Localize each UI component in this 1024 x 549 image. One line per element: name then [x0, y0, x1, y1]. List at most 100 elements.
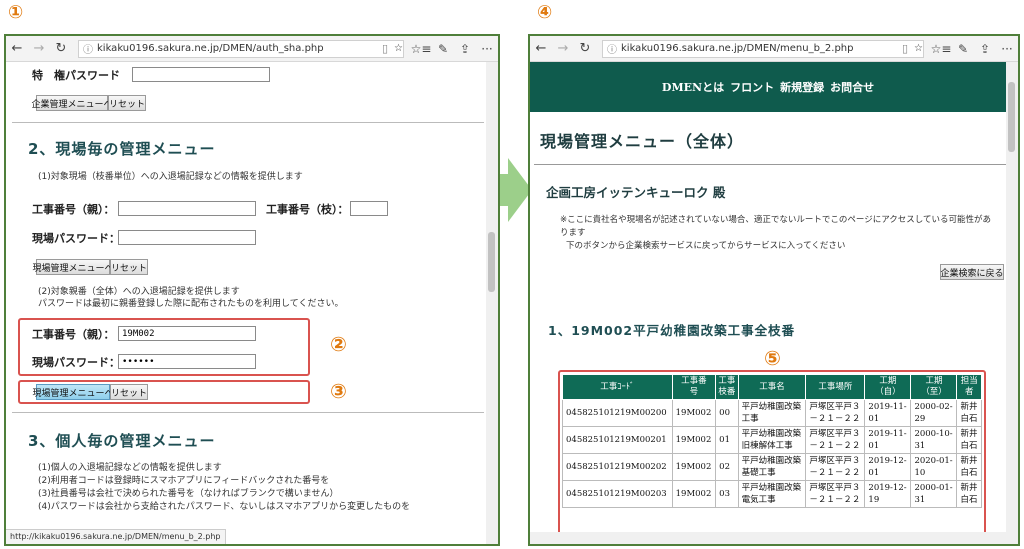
site-info-icon[interactable]: ⓘ — [607, 41, 617, 56]
site-password-label-2: 現場パスワード： — [32, 356, 120, 369]
reset-button-1[interactable]: リセット — [108, 95, 146, 111]
s3-note-4: (4)パスワードは会社から支給されたパスワード、ないしはスマホアプリから変更した… — [38, 502, 411, 512]
branch-no-label: 工事番号（枝）： — [266, 203, 349, 216]
step-marker-5: ⑤ — [764, 346, 781, 370]
site-menu-button-1[interactable]: 現場管理メニューへ — [33, 259, 114, 275]
site-info-icon[interactable]: ⓘ — [83, 41, 93, 56]
table-cell: 新井 白石 — [956, 399, 982, 427]
nav-about[interactable]: DMENとは — [662, 79, 724, 95]
table-cell: 045825101219M00200 — [562, 399, 673, 427]
company-menu-button[interactable]: 企業管理メニューへ — [32, 95, 113, 111]
table-header-cell: 担当 者 — [956, 374, 982, 400]
favorites-icon[interactable]: ☆≡ — [410, 42, 432, 56]
table-cell: 2019-12- 01 — [864, 453, 912, 481]
table-cell: 平戸幼稚園改築 旧棟解体工事 — [737, 426, 807, 454]
site-password-input[interactable] — [118, 230, 256, 245]
table-cell: 平戸幼稚園改築 電気工事 — [737, 480, 807, 508]
table-cell: 平戸幼稚園改築 基礎工事 — [737, 453, 807, 481]
table-cell: 戸塚区平戸３ －２１－２２ — [805, 453, 866, 481]
address-bar[interactable]: ⓘ kikaku0196.sakura.ne.jp/DMEN/auth_sha.… — [78, 39, 404, 58]
scrollbar-thumb[interactable] — [488, 232, 495, 292]
table-row: 045825101219M00202 19M002 02 平戸幼稚園改築 基礎工事 戸塚… — [562, 453, 982, 481]
reading-view-icon[interactable]: ▯ — [902, 42, 908, 55]
s3-note-3: (3)社員番号は会社で決められた番号を（なければブランクで構いません） — [38, 489, 339, 499]
reset-button-2[interactable]: リセット — [110, 259, 148, 275]
refresh-icon[interactable]: ↻ — [574, 41, 596, 56]
pen-icon[interactable]: ✎ — [952, 42, 974, 56]
site-password-input-2[interactable]: •••••• — [118, 354, 256, 369]
favorite-star-icon[interactable]: ☆ — [394, 43, 403, 54]
vertical-scrollbar[interactable] — [486, 62, 498, 544]
table-header-cell: 工事名 — [737, 374, 807, 400]
warning-line-1: ※ここに貴社名や現場名が記述されていない場合、適正でないルートでこのページにアク… — [560, 215, 992, 225]
refresh-icon[interactable]: ↻ — [50, 41, 72, 56]
table-cell: 19M002 — [671, 480, 717, 508]
status-bar-url: http://kikaku0196.sakura.ne.jp/DMEN/menu… — [6, 529, 226, 544]
scrollbar-thumb-right[interactable] — [1008, 82, 1015, 152]
table-cell: 新井 白石 — [956, 453, 982, 481]
table-cell: 2019-12- 19 — [864, 480, 912, 508]
nav-contact[interactable]: お問合せ — [830, 79, 874, 95]
more-icon[interactable]: ··· — [476, 42, 498, 56]
table-cell: 045825101219M00203 — [562, 480, 673, 508]
table-cell: 19M002 — [671, 426, 717, 454]
table-cell: 03 — [715, 480, 739, 508]
forward-arrow-icon[interactable]: → — [552, 41, 574, 56]
table-cell: 2019-11- 01 — [864, 399, 912, 427]
table-cell: 19M002 — [671, 399, 717, 427]
title-divider — [534, 164, 1006, 165]
vertical-scrollbar-right[interactable] — [1006, 62, 1018, 544]
forward-arrow-icon[interactable]: → — [28, 41, 50, 56]
privilege-password-input[interactable] — [132, 67, 270, 82]
divider-2 — [12, 412, 484, 413]
favorite-star-icon[interactable]: ☆ — [914, 43, 923, 54]
favorites-icon[interactable]: ☆≡ — [930, 42, 952, 56]
table-header-cell: 工期 （至） — [910, 374, 958, 400]
section2-note2-line2: パスワードは最初に親番登録した際に配布されたものを利用してください。 — [38, 299, 344, 309]
parent-no-label-2: 工事番号（親）： — [32, 328, 115, 341]
reading-view-icon[interactable]: ▯ — [382, 42, 388, 55]
back-to-search-button[interactable]: 企業検索に戻る — [940, 264, 1004, 280]
table-header-cell: 工事場所 — [805, 374, 866, 400]
table-header-cell: 工事番 号 — [671, 374, 717, 400]
table-header-cell: 工事ｺｰﾄﾞ — [562, 374, 673, 400]
site-menu-button-2[interactable]: 現場管理メニューへ — [33, 384, 114, 400]
more-icon[interactable]: ··· — [996, 42, 1018, 56]
pen-icon[interactable]: ✎ — [432, 42, 454, 56]
nav-front[interactable]: フロント — [730, 79, 774, 95]
nav-register[interactable]: 新規登録 — [780, 79, 824, 95]
horizontal-scrollbar[interactable] — [530, 532, 1006, 544]
section2-title: 2、現場毎の管理メニュー — [28, 140, 216, 158]
share-icon[interactable]: ⇪ — [454, 42, 476, 56]
warning-line-3: 下のボタンから企業検索サービスに戻ってからサービスに入ってください — [566, 241, 846, 251]
share-icon[interactable]: ⇪ — [974, 42, 996, 56]
branch-no-input[interactable] — [350, 201, 388, 216]
table-cell: 01 — [715, 426, 739, 454]
table-cell: 2000-02- 29 — [910, 399, 958, 427]
parent-no-label: 工事番号（親）： — [32, 203, 115, 216]
page-title: 現場管理メニュー（全体） — [540, 132, 745, 151]
back-arrow-icon[interactable]: ← — [6, 41, 28, 56]
reset-button-3[interactable]: リセット — [110, 384, 148, 400]
table-cell: 19M002 — [671, 453, 717, 481]
browser-window-auth: ← → ↻ ⓘ kikaku0196.sakura.ne.jp/DMEN/aut… — [4, 34, 500, 546]
site-nav-banner: DMENとは フロント 新規登録 お問合せ — [530, 62, 1006, 112]
step-marker-3: ③ — [330, 379, 347, 403]
s3-note-1: (1)個人の入退場記録などの情報を提供します — [38, 463, 222, 473]
table-cell: 2020-01- 10 — [910, 453, 958, 481]
step-marker-4: ④ — [537, 2, 553, 23]
address-bar-right[interactable]: ⓘ kikaku0196.sakura.ne.jp/DMEN/menu_b_2.… — [602, 39, 924, 58]
section2-note: (1)対象現場（枝番単位）への入退場記録などの情報を提供します — [38, 172, 303, 182]
site-password-label: 現場パスワード： — [32, 232, 120, 245]
table-cell: 2000-10- 31 — [910, 426, 958, 454]
parent-no-input-2[interactable]: 19M002 — [118, 326, 256, 341]
parent-no-input[interactable] — [118, 201, 256, 216]
back-arrow-icon[interactable]: ← — [530, 41, 552, 56]
s3-note-2: (2)利用者コードは登録時にスマホアプリにフィードバックされた番号を — [38, 476, 330, 486]
table-cell: 2000-01- 31 — [910, 480, 958, 508]
table-row: 045825101219M00200 19M002 00 平戸幼稚園改築 工事 戸塚区平… — [562, 399, 982, 427]
table-cell: 新井 白石 — [956, 426, 982, 454]
privilege-password-label: 特 権パスワード ： — [32, 69, 142, 82]
divider — [12, 122, 484, 123]
browser-toolbar-right: ← → ↻ ⓘ kikaku0196.sakura.ne.jp/DMEN/men… — [530, 36, 1018, 62]
